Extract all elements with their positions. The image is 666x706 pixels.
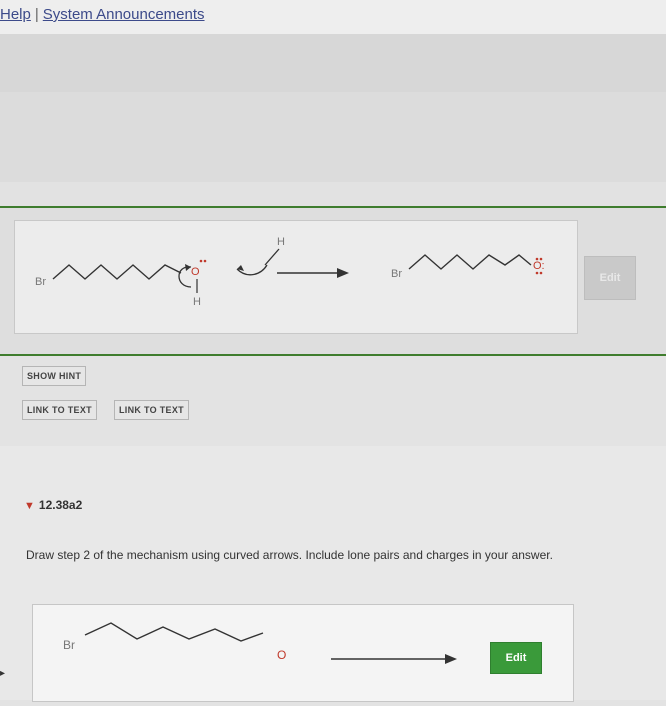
problem-heading[interactable]: ▼ 12.38a2 xyxy=(24,498,82,512)
edit-answer-button[interactable]: Edit xyxy=(490,642,542,674)
lone-pair-dot xyxy=(535,257,539,261)
background-band xyxy=(0,92,666,182)
answer-arrowhead-icon xyxy=(445,654,457,664)
curved-arrow-icon xyxy=(178,266,192,288)
lone-pair-dot xyxy=(199,259,203,263)
reactant-bromine-label: Br xyxy=(35,276,46,288)
mechanism-step-1-drawing: Br O H H Br O: xyxy=(35,236,545,308)
header-separator: | xyxy=(34,6,39,23)
background-band xyxy=(0,34,666,92)
lone-pair-dot xyxy=(539,271,543,275)
mechanism-step-panel: Br O H H Br O: Edit xyxy=(0,206,666,356)
reagent-bond xyxy=(264,248,280,266)
problem-instructions: Draw step 2 of the mechanism using curve… xyxy=(26,548,553,562)
reactant-carbon-chain xyxy=(52,264,182,280)
lone-pair-dot xyxy=(539,257,543,261)
reactant-oxygen-label: O xyxy=(191,266,200,278)
answer-bromine-label: Br xyxy=(63,638,75,652)
edit-button-disabled[interactable]: Edit xyxy=(584,256,636,300)
help-link[interactable]: Help xyxy=(0,6,31,23)
link-to-text-button[interactable]: LINK TO TEXT xyxy=(114,400,189,420)
lone-pair-dot xyxy=(203,259,207,263)
mechanism-drawing-area: Br O H H Br O: xyxy=(14,220,578,334)
link-to-text-button[interactable]: LINK TO TEXT xyxy=(22,400,97,420)
lone-pair-dot xyxy=(535,271,539,275)
reagent-hydrogen-label: H xyxy=(277,236,285,248)
product-oxygen-label: O: xyxy=(533,260,545,272)
system-announcements-link[interactable]: System Announcements xyxy=(43,6,205,23)
reactant-hydrogen-label: H xyxy=(193,296,201,308)
scroll-indicator-icon[interactable]: ▸ xyxy=(0,668,5,679)
header-links: Help | System Announcements xyxy=(0,6,205,23)
collapse-triangle-icon[interactable]: ▼ xyxy=(24,500,35,512)
product-bromine-label: Br xyxy=(391,268,402,280)
show-hint-button[interactable]: SHOW HINT xyxy=(22,366,87,386)
answer-oxygen-label: O xyxy=(277,648,286,662)
top-bar: Help | System Announcements xyxy=(0,0,666,34)
product-carbon-chain xyxy=(408,254,532,270)
problem-id-label: 12.38a2 xyxy=(38,498,83,512)
answer-carbon-chain xyxy=(84,622,264,642)
reaction-arrowhead-icon xyxy=(337,268,349,278)
background-band xyxy=(0,182,666,206)
